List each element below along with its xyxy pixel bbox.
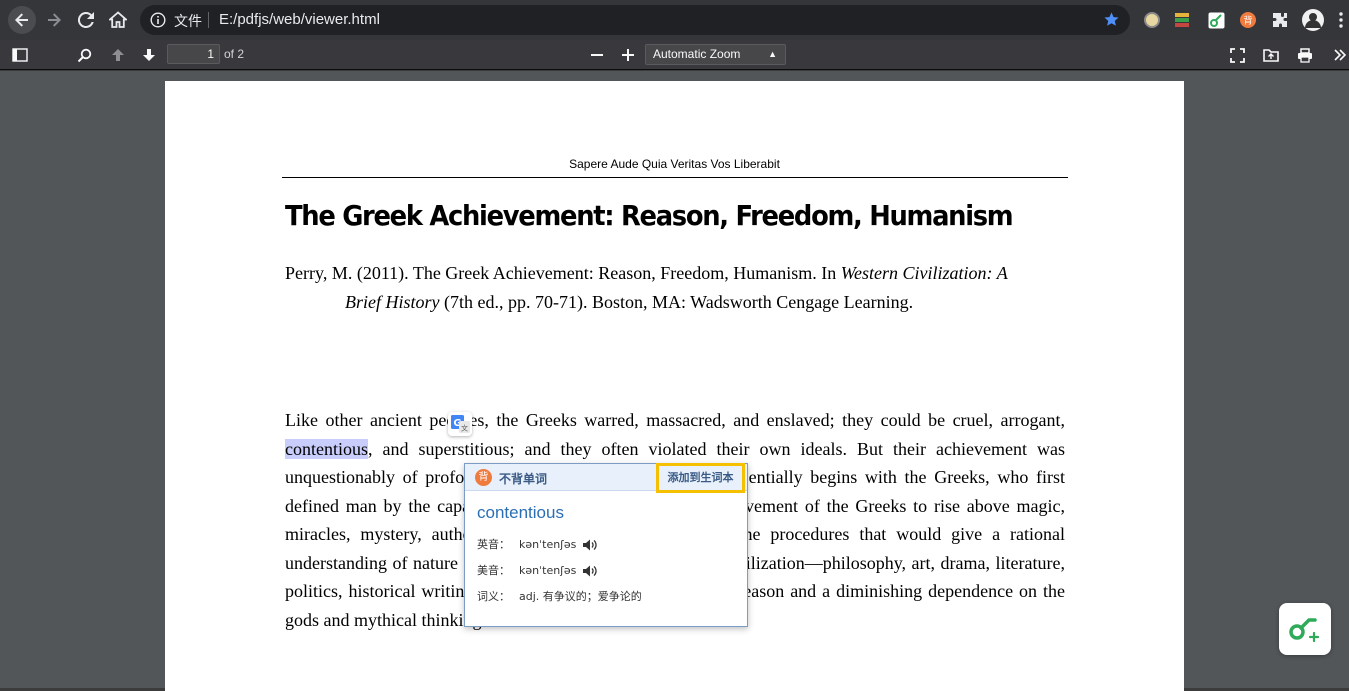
url-text[interactable]: E:/pdfjs/web/viewer.html — [219, 11, 380, 28]
citation-book-title-2: Brief History — [345, 292, 440, 312]
us-phonetic: kənˈtenʃəs — [519, 564, 577, 577]
address-bar[interactable]: 文件 E:/pdfjs/web/viewer.html — [140, 5, 1130, 35]
dictionary-popup: 背 不背单词 添加到生词本 contentious 英音： kənˈtenʃəs … — [464, 463, 748, 627]
search-icon — [77, 48, 91, 62]
double-chevron-right-icon — [1334, 49, 1346, 61]
open-file-button[interactable] — [1260, 45, 1282, 65]
running-head: Sapere Aude Quia Veritas Vos Liberabit — [569, 157, 780, 171]
back-button[interactable] — [8, 6, 36, 34]
home-icon — [109, 11, 127, 28]
selected-word[interactable]: contentious — [285, 438, 368, 459]
folder-icon — [1263, 49, 1279, 62]
arrow-right-icon — [48, 13, 61, 27]
us-pronunciation-row: 美音： kənˈtenʃəs — [477, 562, 598, 578]
zoom-value: Automatic Zoom — [653, 47, 741, 61]
uk-pronunciation-row: 英音： kənˈtenʃəs — [477, 536, 598, 552]
uk-phonetic: kənˈtenʃəs — [519, 538, 577, 551]
document-title: The Greek Achievement: Reason, Freedom, … — [285, 199, 1014, 232]
extension-green-icon[interactable] — [1206, 10, 1226, 30]
page-number-input[interactable]: 1 — [167, 44, 220, 64]
bubeidanci-logo-icon: 背 — [475, 469, 492, 486]
presentation-mode-button[interactable] — [1226, 45, 1248, 65]
body-text-start: Like other ancient peoples, the Greeks w… — [285, 410, 1065, 430]
printer-icon — [1298, 47, 1312, 63]
bookmark-star-icon[interactable] — [1103, 11, 1120, 28]
previous-page-button[interactable] — [107, 45, 129, 65]
page-count-label: of 2 — [224, 47, 245, 61]
svg-text:背: 背 — [1243, 15, 1252, 27]
scheme-label: 文件 — [174, 13, 202, 29]
popup-word: contentious — [477, 503, 564, 522]
citation: Perry, M. (2011). The Greek Achievement:… — [285, 259, 1085, 317]
reload-button[interactable] — [72, 6, 100, 34]
speaker-icon[interactable] — [582, 538, 598, 552]
citation-book-title-1: Western Civilization: A — [840, 263, 1008, 283]
zoom-in-button[interactable] — [617, 45, 639, 65]
info-icon[interactable] — [150, 12, 166, 28]
extension-orange-icon[interactable]: 背 — [1238, 10, 1258, 30]
browser-toolbar: 文件 E:/pdfjs/web/viewer.html 背 — [0, 0, 1349, 40]
google-translate-button[interactable]: G文 — [448, 412, 472, 436]
fullscreen-icon — [1229, 47, 1245, 63]
floating-extension-button[interactable] — [1279, 603, 1331, 655]
arrow-up-icon — [112, 49, 124, 61]
sidebar-icon — [12, 48, 28, 62]
us-label: 美音： — [477, 564, 510, 577]
extension-stack-icon[interactable] — [1172, 10, 1192, 30]
definition-text: adj. 有争议的；爱争论的 — [519, 590, 642, 603]
profile-avatar[interactable] — [1301, 8, 1325, 32]
svg-text:文: 文 — [461, 424, 468, 433]
add-to-wordbook-button[interactable]: 添加到生词本 — [656, 463, 745, 493]
select-caret-icon: ▲ — [768, 49, 777, 59]
arrow-down-icon — [143, 49, 155, 61]
find-button[interactable] — [73, 45, 95, 65]
extension-circle-icon[interactable] — [1142, 10, 1162, 30]
plus-icon — [622, 49, 634, 61]
speaker-icon[interactable] — [582, 564, 598, 578]
definition-label: 词义： — [477, 590, 510, 603]
forward-button[interactable] — [40, 6, 68, 34]
uk-label: 英音： — [477, 538, 510, 551]
puzzle-icon[interactable] — [1270, 10, 1290, 30]
zoom-out-button[interactable] — [586, 45, 608, 65]
popup-brand: 不背单词 — [499, 472, 548, 486]
citation-text-start: Perry, M. (2011). The Greek Achievement:… — [285, 263, 841, 283]
citation-line-2: Brief History (7th ed., pp. 70-71). Bost… — [285, 288, 1085, 317]
google-translate-icon: G文 — [451, 415, 470, 433]
reload-icon — [78, 12, 94, 28]
home-button[interactable] — [104, 6, 132, 34]
header-rule — [282, 177, 1068, 178]
tools-button[interactable] — [1331, 45, 1349, 65]
next-page-button[interactable] — [138, 45, 160, 65]
menu-dots-icon[interactable] — [1335, 10, 1347, 30]
sidebar-toggle-button[interactable] — [9, 45, 31, 65]
print-button[interactable] — [1294, 45, 1316, 65]
definition-row: 词义： adj. 有争议的；爱争论的 — [477, 588, 642, 604]
divider — [208, 12, 209, 28]
citation-text-end: (7th ed., pp. 70-71). Boston, MA: Wadswo… — [439, 292, 914, 312]
zoom-select[interactable]: Automatic Zoom ▲ — [645, 44, 786, 65]
minus-icon — [591, 54, 603, 56]
key-plus-icon — [1289, 618, 1320, 643]
arrow-left-icon — [15, 13, 28, 27]
